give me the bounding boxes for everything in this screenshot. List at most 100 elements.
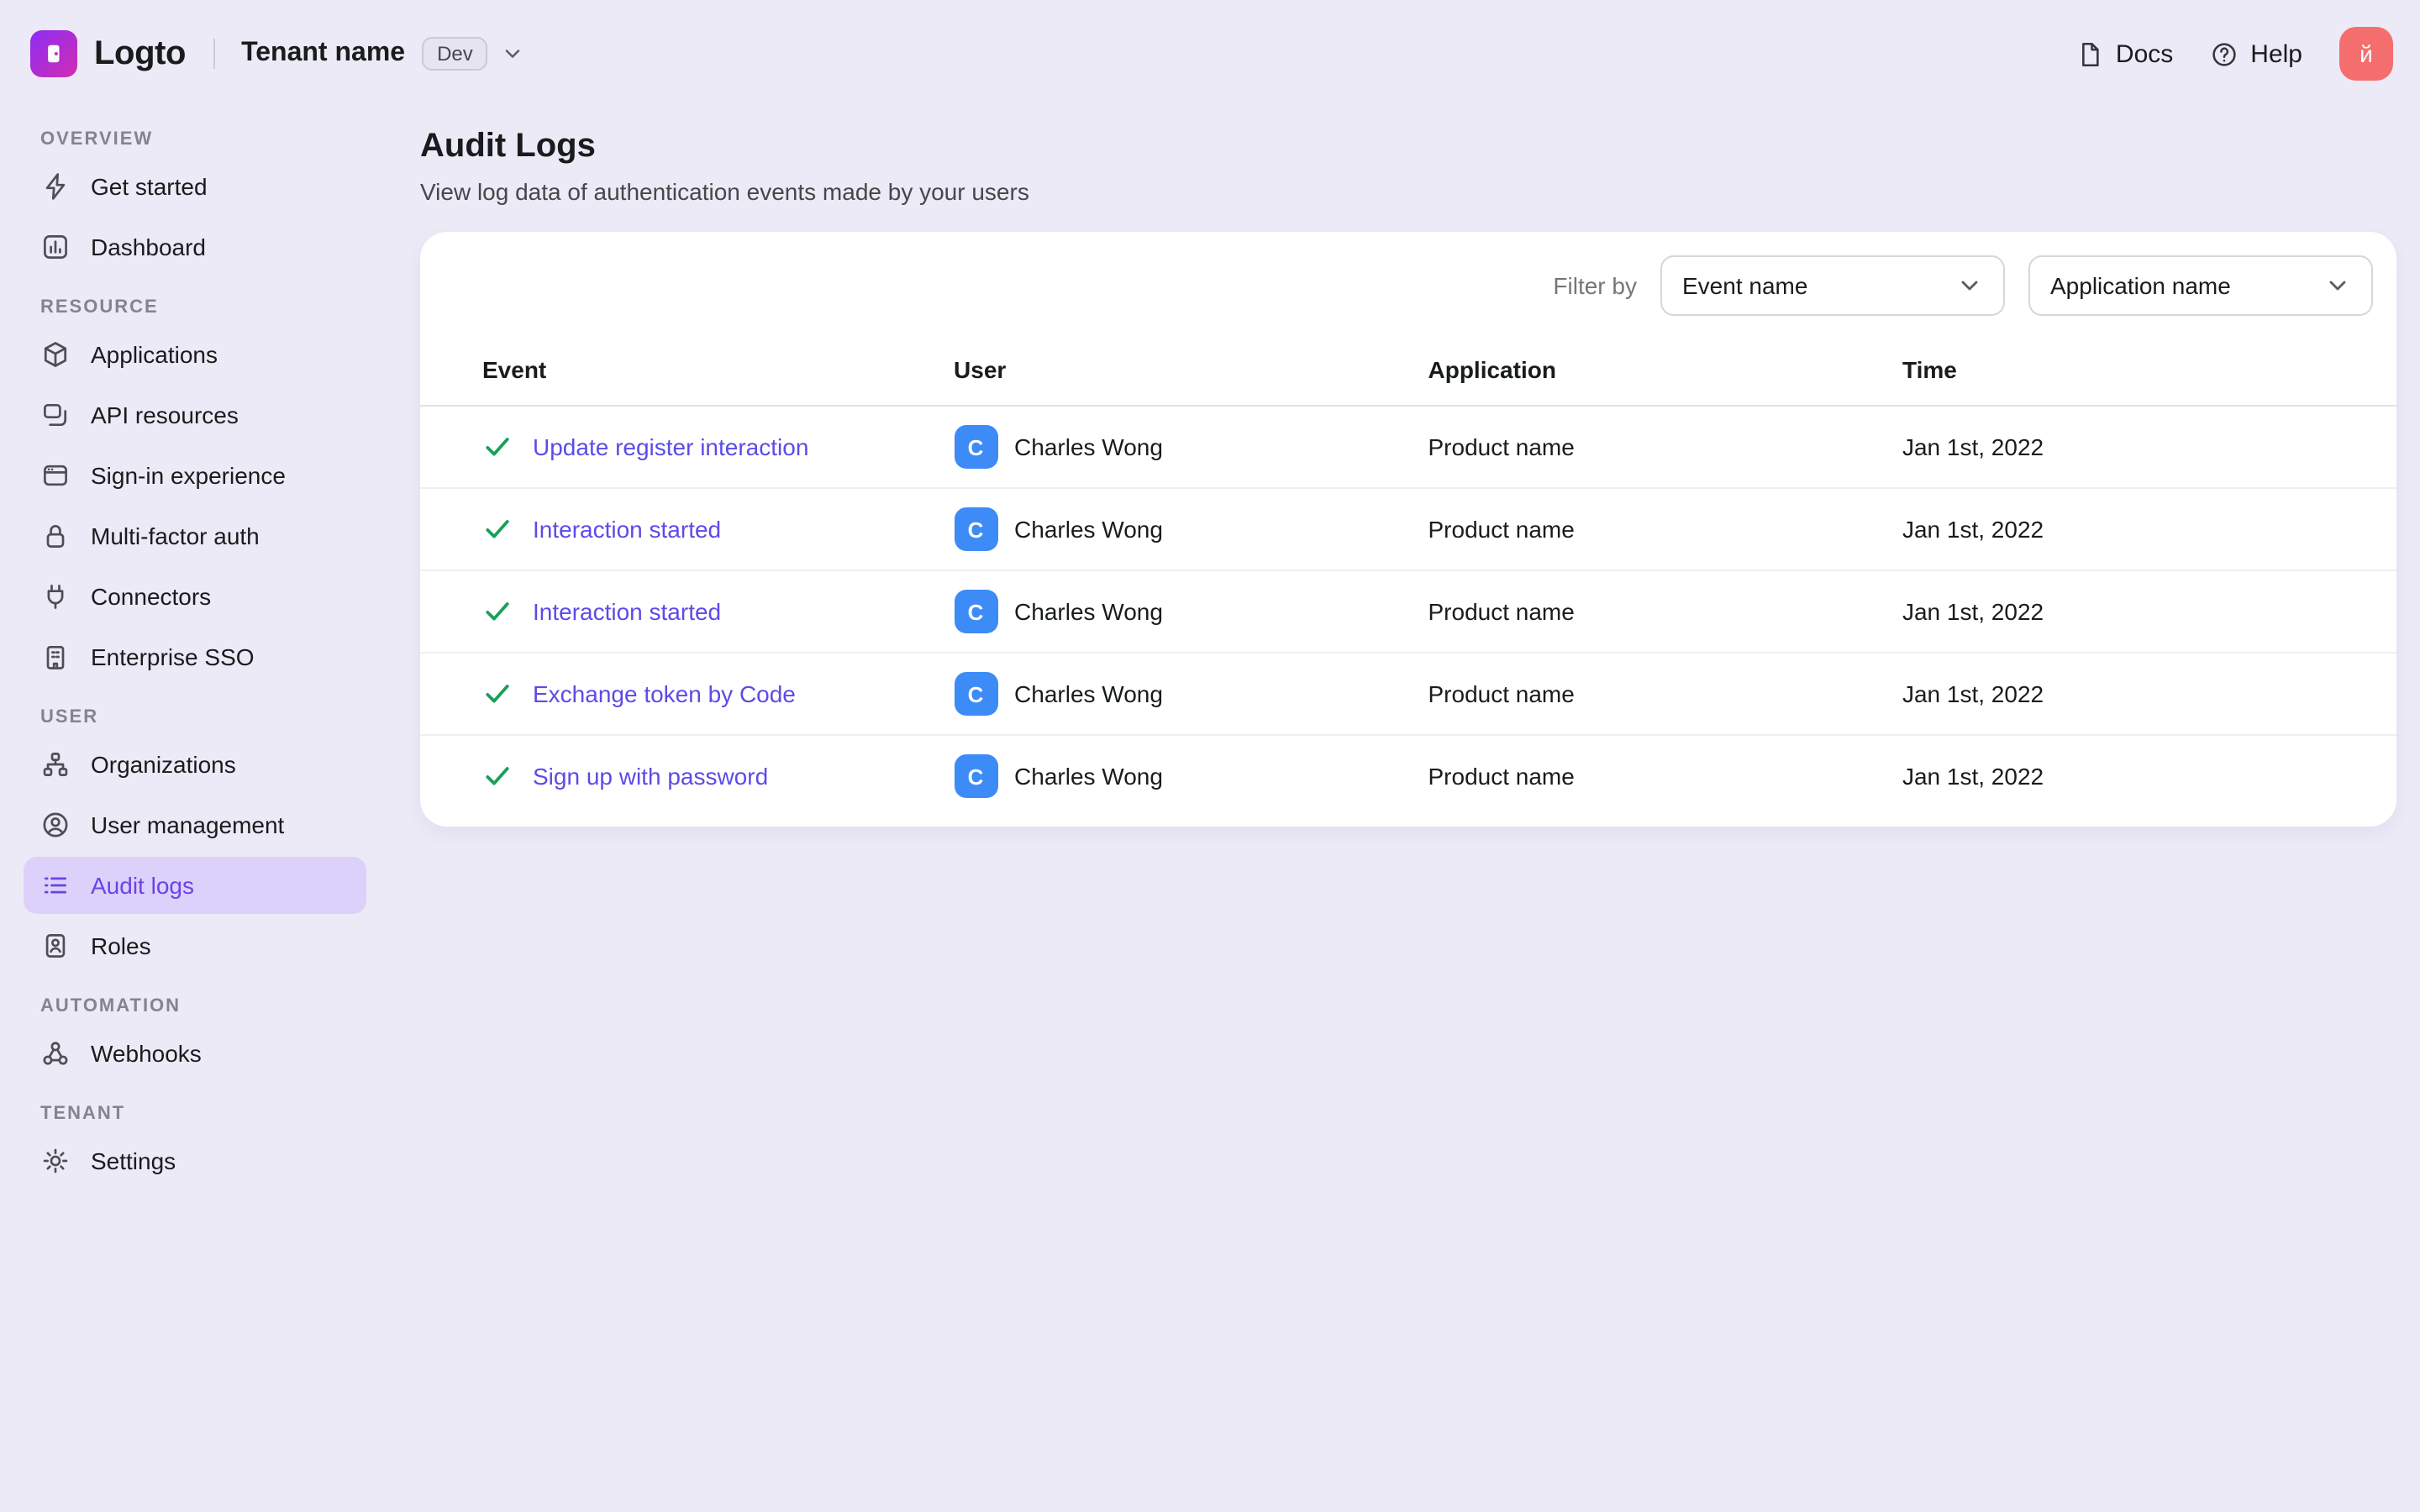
sidebar-item-organizations[interactable]: Organizations [24, 736, 366, 793]
sidebar-item-label: API resources [91, 402, 239, 428]
sidebar-item-sign-in-experience[interactable]: Sign-in experience [24, 447, 366, 504]
sidebar-item-label: Audit logs [91, 872, 194, 899]
application-name-filter-select[interactable]: Application name [2028, 255, 2373, 316]
user-avatar: C [954, 590, 998, 633]
event-link[interactable]: Interaction started [533, 516, 721, 543]
bolt-icon [40, 171, 71, 202]
filter-bar: Filter by Event name Application name [420, 255, 2396, 339]
docs-label: Docs [2115, 39, 2174, 68]
chevron-down-icon[interactable] [502, 42, 525, 66]
logto-logo-icon [30, 30, 77, 77]
sidebar-item-label: Multi-factor auth [91, 522, 260, 549]
user-name: Charles Wong [1014, 598, 1163, 625]
enterprise-sso-icon [40, 642, 71, 672]
gear-icon [40, 1146, 71, 1176]
sidebar-item-label: Organizations [91, 751, 236, 778]
event-link[interactable]: Interaction started [533, 598, 721, 625]
plug-icon [40, 581, 71, 612]
sidebar-item-roles[interactable]: Roles [24, 917, 366, 974]
sidebar-item-settings[interactable]: Settings [24, 1132, 366, 1189]
question-circle-icon [2210, 39, 2238, 68]
sidebar-item-enterprise-sso[interactable]: Enterprise SSO [24, 628, 366, 685]
sidebar-item-api-resources[interactable]: API resources [24, 386, 366, 444]
sidebar-item-audit-logs[interactable]: Audit logs [24, 857, 366, 914]
sidebar-section-label: TENANT [40, 1104, 126, 1124]
audit-log-row[interactable]: Update register interaction C Charles Wo… [420, 406, 2396, 489]
event-link[interactable]: Sign up with password [533, 763, 768, 790]
user-avatar: C [954, 507, 998, 551]
help-label: Help [2250, 39, 2302, 68]
application-cell: Product name [1428, 763, 1575, 790]
sidebar-section-label: RESOURCE [40, 297, 159, 318]
time-cell: Jan 1st, 2022 [1902, 488, 2396, 571]
tenant-name[interactable]: Tenant name [241, 39, 405, 69]
sidebar-item-label: Sign-in experience [91, 462, 286, 489]
application-cell: Product name [1428, 406, 1902, 489]
sidebar-item-label: Enterprise SSO [91, 643, 255, 670]
sidebar-item-label: Roles [91, 932, 151, 959]
sidebar-item-dashboard[interactable]: Dashboard [24, 218, 366, 276]
sidebar-item-label: Applications [91, 341, 218, 368]
organizations-icon [40, 749, 71, 780]
sidebar-item-connectors[interactable]: Connectors [24, 568, 366, 625]
time-cell: Jan 1st, 2022 [1902, 406, 2396, 489]
application-filter-value: Application name [2050, 272, 2231, 299]
event-link[interactable]: Exchange token by Code [533, 680, 796, 707]
column-header-user: User [954, 339, 1428, 407]
user-name: Charles Wong [1014, 763, 1163, 790]
id-badge-icon [40, 931, 71, 961]
success-check-icon [482, 761, 513, 791]
sidebar: OVERVIEW Get started Dashboard RESOURCE … [0, 108, 387, 1193]
sidebar-item-applications[interactable]: Applications [24, 326, 366, 383]
table-header-row: Event User Application Time [420, 339, 2396, 407]
time-cell: Jan 1st, 2022 [1902, 653, 2396, 736]
sidebar-item-get-started[interactable]: Get started [24, 158, 366, 215]
sidebar-item-webhooks[interactable]: Webhooks [24, 1025, 366, 1082]
sidebar-item-user-management[interactable]: User management [24, 796, 366, 853]
brand-name: Logto [94, 34, 187, 71]
sidebar-item-multi-factor-auth[interactable]: Multi-factor auth [24, 507, 366, 564]
column-header-application: Application [1428, 339, 1902, 407]
event-link[interactable]: Update register interaction [533, 433, 808, 460]
audit-log-row[interactable]: Exchange token by Code C Charles Wong Pr… [420, 653, 2396, 736]
main-content: Audit Logs View log data of authenticati… [387, 108, 2420, 1512]
event-filter-value: Event name [1682, 272, 1808, 299]
api-resources-icon [40, 400, 71, 430]
sidebar-item-label: Get started [91, 173, 208, 200]
audit-log-row[interactable]: Interaction started C Charles Wong Produ… [420, 570, 2396, 654]
top-bar: Logto Tenant name Dev Docs Help й [0, 0, 2420, 108]
dashboard-icon [40, 232, 71, 262]
column-header-time: Time [1902, 339, 2396, 407]
sign-in-experience-icon [40, 460, 71, 491]
user-name: Charles Wong [1014, 516, 1163, 543]
docs-button[interactable]: Docs [2075, 39, 2173, 68]
time-cell: Jan 1st, 2022 [1902, 763, 2044, 790]
user-avatar: C [954, 672, 998, 716]
page-title: Audit Logs [420, 128, 596, 165]
chevron-down-icon [2324, 272, 2351, 299]
application-cell: Product name [1428, 653, 1902, 736]
tenant-env-badge: Dev [422, 37, 488, 71]
audit-log-row[interactable]: Interaction started C Charles Wong Produ… [420, 488, 2396, 571]
sidebar-item-label: Webhooks [91, 1040, 202, 1067]
profile-avatar[interactable]: й [2339, 27, 2393, 81]
success-check-icon [482, 432, 513, 462]
sidebar-item-label: Dashboard [91, 234, 206, 260]
chevron-down-icon [1956, 272, 1983, 299]
list-icon [40, 870, 71, 900]
help-button[interactable]: Help [2210, 39, 2302, 68]
audit-log-row[interactable]: Sign up with password C Charles Wong Pro… [420, 735, 2396, 816]
audit-logs-card: Filter by Event name Application name Ev… [420, 232, 2396, 827]
page-subtitle: View log data of authentication events m… [420, 178, 1029, 205]
audit-logs-table: Event User Application Time Update regis… [420, 339, 2396, 816]
user-avatar: C [954, 754, 998, 798]
event-name-filter-select[interactable]: Event name [1660, 255, 2005, 316]
success-check-icon [482, 596, 513, 627]
sidebar-section-label: AUTOMATION [40, 996, 182, 1016]
sidebar-item-label: Settings [91, 1147, 176, 1174]
filter-by-label: Filter by [1553, 272, 1637, 299]
user-circle-icon [40, 810, 71, 840]
lock-icon [40, 521, 71, 551]
app-window: Logto Tenant name Dev Docs Help й OVERVI… [0, 0, 2420, 1512]
user-avatar: C [954, 425, 998, 469]
